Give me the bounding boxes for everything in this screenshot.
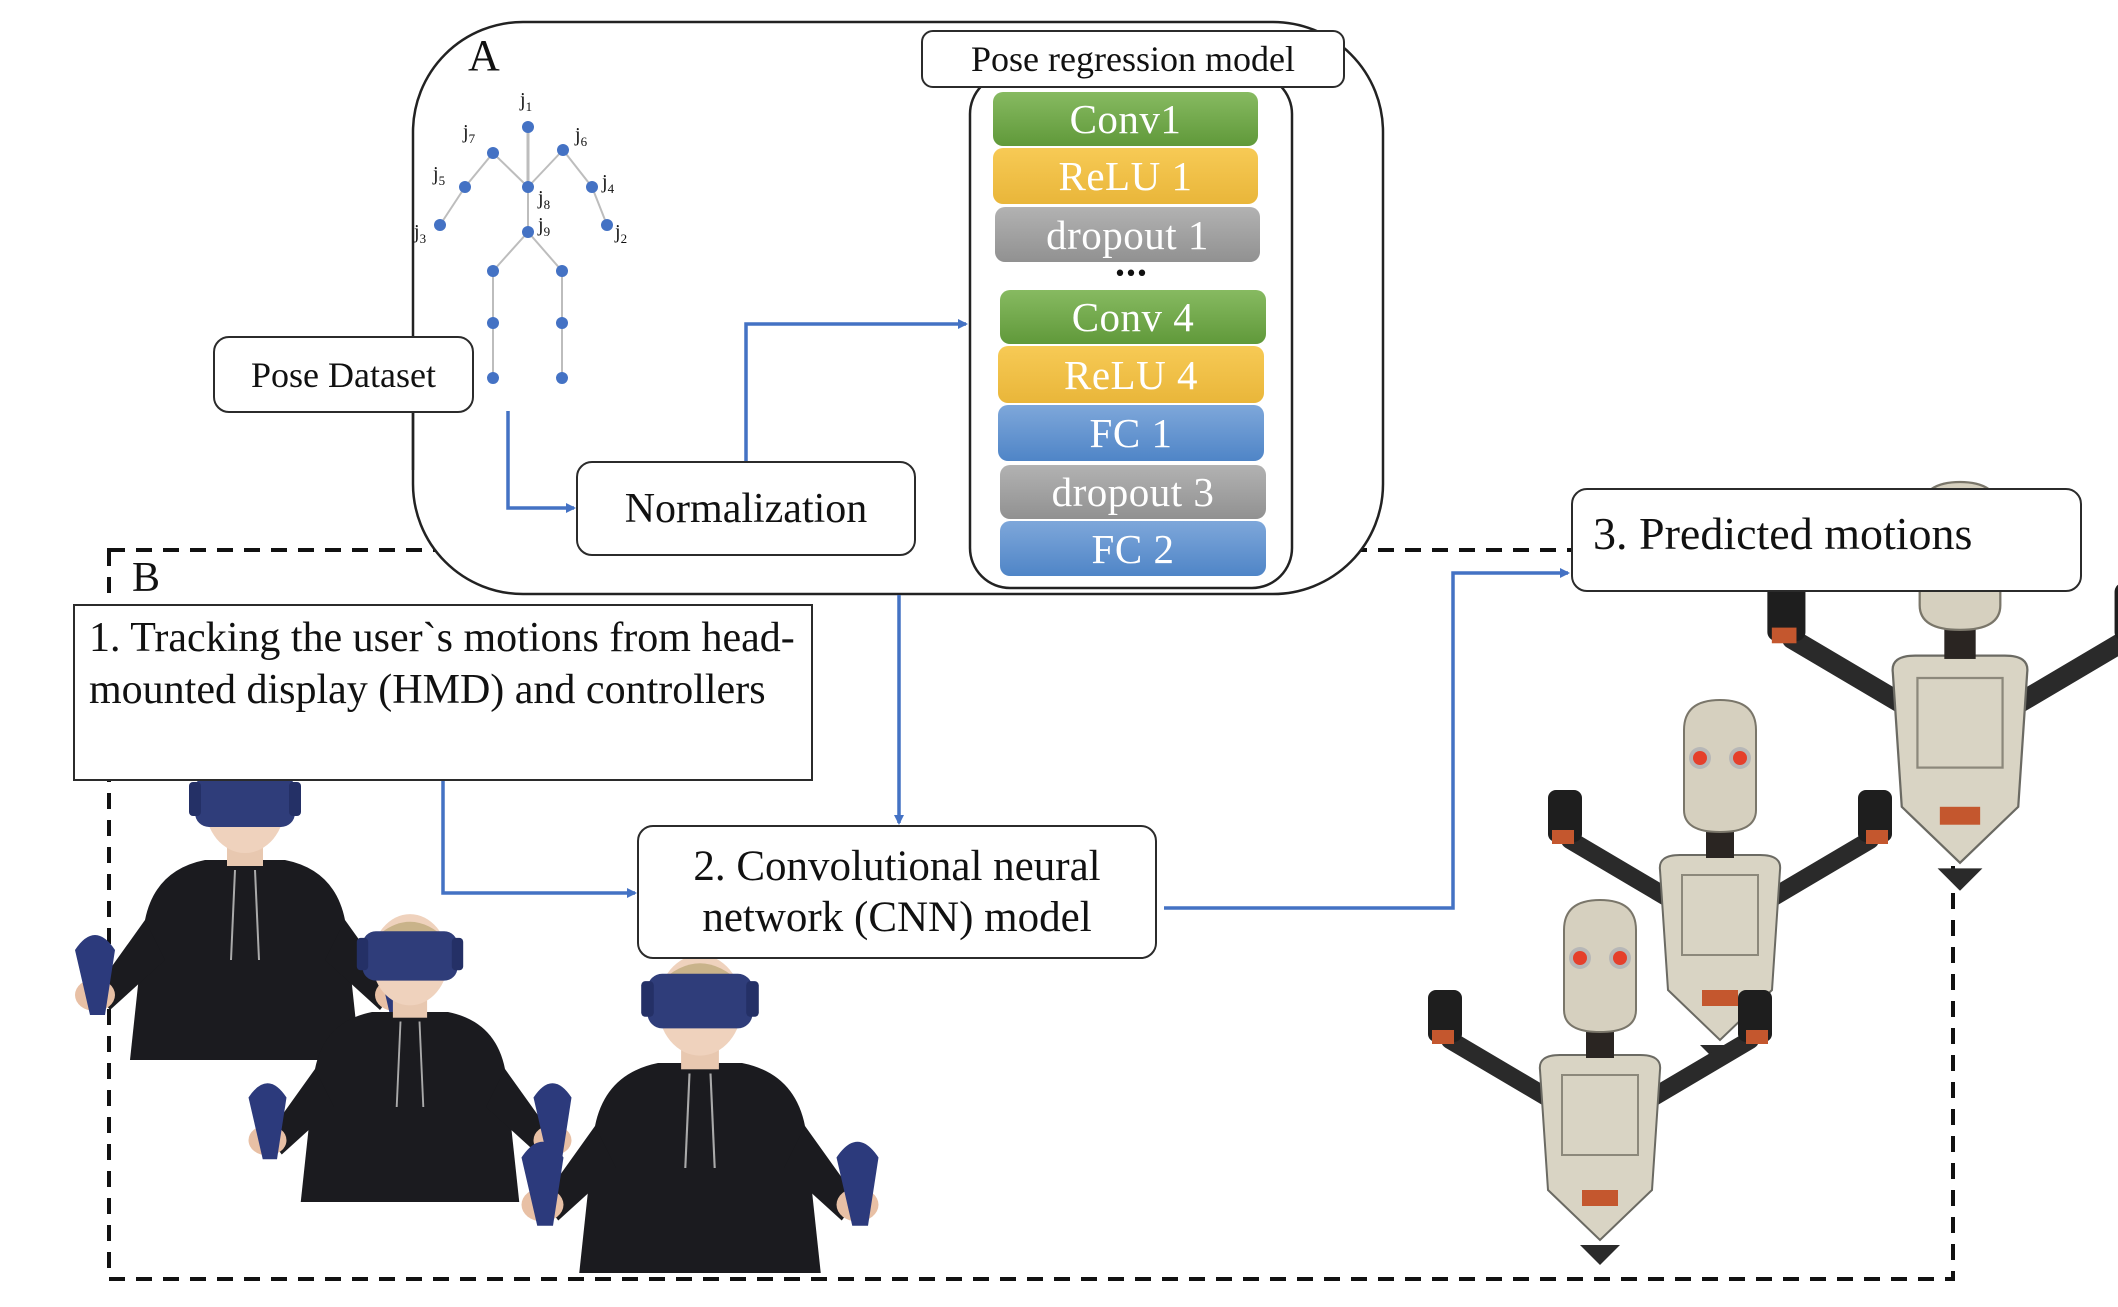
pose-regression-model-title: Pose regression model bbox=[971, 39, 1295, 79]
joint-label-j7: j7 bbox=[463, 121, 476, 146]
layer-dropout3[interactable]: dropout 3 bbox=[1000, 465, 1266, 519]
hmd-headset-icon bbox=[195, 775, 295, 827]
step2-cnn-box[interactable]: 2. Convolutional neural network (CNN) mo… bbox=[637, 825, 1157, 959]
joint-label-j6: j6 bbox=[575, 124, 588, 149]
skeleton-joint-hipL bbox=[487, 265, 499, 277]
robot-eye-icon bbox=[1693, 751, 1707, 765]
step3-predicted-motions-label: 3. Predicted motions bbox=[1593, 507, 1973, 559]
joint-label-j4: j4 bbox=[602, 171, 615, 196]
skeleton-joint-j4 bbox=[586, 181, 598, 193]
section-b-label: B bbox=[132, 555, 161, 601]
layer-conv1[interactable]: Conv1 bbox=[993, 92, 1258, 146]
layer-relu1[interactable]: ReLU 1 bbox=[993, 148, 1258, 204]
pose-dataset-box[interactable]: Pose Dataset bbox=[213, 336, 474, 413]
skeleton-joint-j2 bbox=[601, 219, 613, 231]
skeleton-joint-hipR bbox=[556, 265, 568, 277]
joint-label-j2: j2 bbox=[615, 221, 628, 246]
skeleton-joint-j8 bbox=[522, 181, 534, 193]
layer-fc1[interactable]: FC 1 bbox=[998, 405, 1264, 461]
skeleton-joint-j3 bbox=[434, 219, 446, 231]
normalization-label: Normalization bbox=[624, 485, 868, 532]
joint-label-j9: j9 bbox=[538, 214, 551, 239]
step2-cnn-label: 2. Convolutional neural network (CNN) mo… bbox=[693, 843, 1101, 941]
arrow-cnn-to-predicted bbox=[1164, 568, 1570, 910]
joint-label-j1: j1 bbox=[520, 89, 533, 114]
step1-tracking-label: 1. Tracking the user`s motions from head… bbox=[89, 615, 795, 713]
skeleton-joint-footL bbox=[487, 372, 499, 384]
skeleton-joint-footR bbox=[556, 372, 568, 384]
layer-conv4[interactable]: Conv 4 bbox=[1000, 290, 1266, 344]
robot-eye-icon bbox=[1573, 951, 1587, 965]
robot-eye-icon bbox=[1613, 951, 1627, 965]
joint-label-j5: j5 bbox=[433, 163, 446, 188]
joint-label-j8: j8 bbox=[538, 187, 551, 212]
section-a-label: A bbox=[468, 31, 500, 80]
hmd-headset-icon bbox=[647, 973, 753, 1029]
layer-relu4[interactable]: ReLU 4 bbox=[998, 346, 1264, 403]
joint-label-j3: j3 bbox=[414, 221, 427, 246]
skeleton-joint-j5 bbox=[459, 181, 471, 193]
pose-regression-model-title-box[interactable]: Pose regression model bbox=[921, 30, 1345, 88]
skeleton-joint-kneeR bbox=[556, 317, 568, 329]
step1-tracking-box[interactable]: 1. Tracking the user`s motions from head… bbox=[73, 604, 813, 781]
step3-predicted-motions-box[interactable]: 3. Predicted motions bbox=[1571, 488, 2082, 592]
skeleton-joint-j6 bbox=[557, 144, 569, 156]
skeleton-joint-j7 bbox=[487, 147, 499, 159]
pose-dataset-label: Pose Dataset bbox=[251, 354, 436, 395]
user-with-hmd-pose-3 bbox=[521, 954, 879, 1273]
layer-fc2[interactable]: FC 2 bbox=[1000, 521, 1266, 576]
skeleton-joint-kneeL bbox=[487, 317, 499, 329]
layer-dropout1[interactable]: dropout 1 bbox=[995, 207, 1260, 262]
arrow-tracking-to-cnn bbox=[441, 781, 637, 898]
skeleton-joint-j1 bbox=[522, 121, 534, 133]
normalization-box[interactable]: Normalization bbox=[576, 461, 916, 556]
layer-ellipsis: ••• bbox=[1113, 262, 1149, 287]
hmd-headset-icon bbox=[362, 931, 458, 981]
robot-eye-icon bbox=[1733, 751, 1747, 765]
skeleton-joint-j9 bbox=[522, 226, 534, 238]
